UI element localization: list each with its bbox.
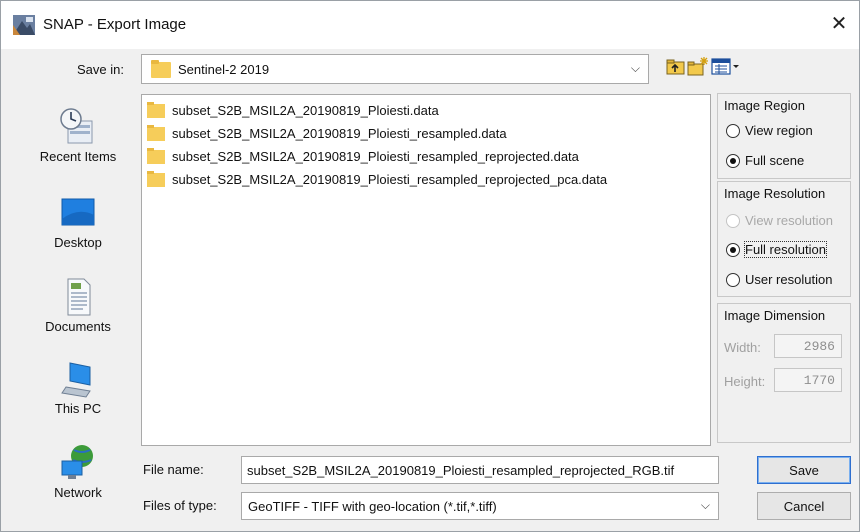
radio-button[interactable] — [726, 154, 740, 168]
title-bar: SNAP - Export Image ✕ — [1, 1, 859, 49]
radio-button[interactable] — [726, 124, 740, 138]
file-type-value: GeoTIFF - TIFF with geo-location (*.tif,… — [248, 499, 497, 514]
radio-label: Full scene — [745, 153, 805, 168]
file-name: subset_S2B_MSIL2A_20190819_Ploiesti.data — [172, 103, 439, 118]
image-dimension-title: Image Dimension — [724, 308, 826, 323]
file-name-label: File name: — [143, 462, 204, 477]
folder-icon — [151, 60, 171, 78]
chevron-down-icon: ⌵ — [700, 498, 710, 512]
cancel-button[interactable]: Cancel — [757, 492, 851, 520]
place-label: Recent Items — [39, 149, 117, 164]
height-field: 1770 — [774, 368, 842, 392]
folder-icon — [147, 125, 165, 141]
image-region-group: Image Region View region Full scene — [717, 93, 851, 179]
view-menu-button[interactable] — [711, 56, 741, 78]
width-field: 2986 — [774, 334, 842, 358]
close-button[interactable]: ✕ — [827, 13, 851, 37]
up-one-level-button[interactable] — [665, 56, 687, 78]
window-title: SNAP - Export Image — [43, 16, 187, 33]
place-network[interactable]: Network — [29, 443, 127, 500]
radio-label: View resolution — [745, 213, 833, 228]
file-type-dropdown[interactable]: GeoTIFF - TIFF with geo-location (*.tif,… — [241, 492, 719, 520]
desktop-icon — [61, 198, 95, 226]
save-button[interactable]: Save — [757, 456, 851, 484]
radio-button[interactable] — [726, 243, 740, 257]
documents-icon — [67, 278, 91, 316]
up-one-level-icon — [666, 59, 685, 75]
export-image-dialog: SNAP - Export Image ✕ Save in: Sentinel-… — [0, 0, 860, 532]
save-in-value: Sentinel-2 2019 — [178, 62, 270, 77]
file-name-input[interactable]: subset_S2B_MSIL2A_20190819_Ploiesti_resa… — [241, 456, 719, 484]
recent-items-icon — [60, 108, 93, 144]
width-label: Width: — [724, 340, 761, 355]
image-resolution-group: Image Resolution View resolution Full re… — [717, 181, 851, 297]
radio-label: Full resolution — [744, 241, 827, 258]
folder-icon — [147, 171, 165, 187]
file-type-label: Files of type: — [143, 498, 217, 513]
folder-icon — [147, 148, 165, 164]
file-name: subset_S2B_MSIL2A_20190819_Ploiesti_resa… — [172, 126, 507, 141]
image-resolution-title: Image Resolution — [724, 186, 826, 201]
radio-button — [726, 214, 740, 228]
place-documents[interactable]: Documents — [29, 277, 127, 334]
radio-label: View region — [745, 123, 813, 138]
place-label: This PC — [54, 401, 102, 416]
snap-app-icon — [13, 15, 35, 35]
network-icon — [61, 445, 93, 479]
save-in-dropdown[interactable]: Sentinel-2 2019 ⌵ — [141, 54, 649, 84]
radio-button[interactable] — [726, 273, 740, 287]
place-desktop[interactable]: Desktop — [29, 193, 127, 250]
places-bar: Recent Items Desktop Documents This PC N… — [29, 97, 127, 517]
place-label: Network — [54, 485, 102, 500]
view-menu-icon — [711, 58, 739, 75]
place-this-pc[interactable]: This PC — [29, 359, 127, 416]
create-new-folder-button[interactable] — [687, 56, 709, 78]
place-label: Desktop — [54, 235, 102, 250]
image-dimension-group: Image Dimension Width: 2986 Height: 1770 — [717, 303, 851, 443]
close-icon: ✕ — [830, 13, 848, 35]
file-name: subset_S2B_MSIL2A_20190819_Ploiesti_resa… — [172, 149, 579, 164]
folder-icon — [147, 102, 165, 118]
save-in-label: Save in: — [77, 62, 124, 77]
file-list[interactable]: subset_S2B_MSIL2A_20190819_Ploiesti.data… — [141, 94, 711, 446]
place-label: Documents — [45, 319, 111, 334]
place-recent-items[interactable]: Recent Items — [29, 107, 127, 164]
image-region-title: Image Region — [724, 98, 805, 113]
chevron-down-icon: ⌵ — [630, 61, 640, 75]
create-new-folder-icon — [687, 57, 708, 76]
file-name: subset_S2B_MSIL2A_20190819_Ploiesti_resa… — [172, 172, 608, 187]
height-label: Height: — [724, 374, 766, 389]
this-pc-icon — [61, 362, 91, 398]
radio-label: User resolution — [745, 272, 833, 287]
